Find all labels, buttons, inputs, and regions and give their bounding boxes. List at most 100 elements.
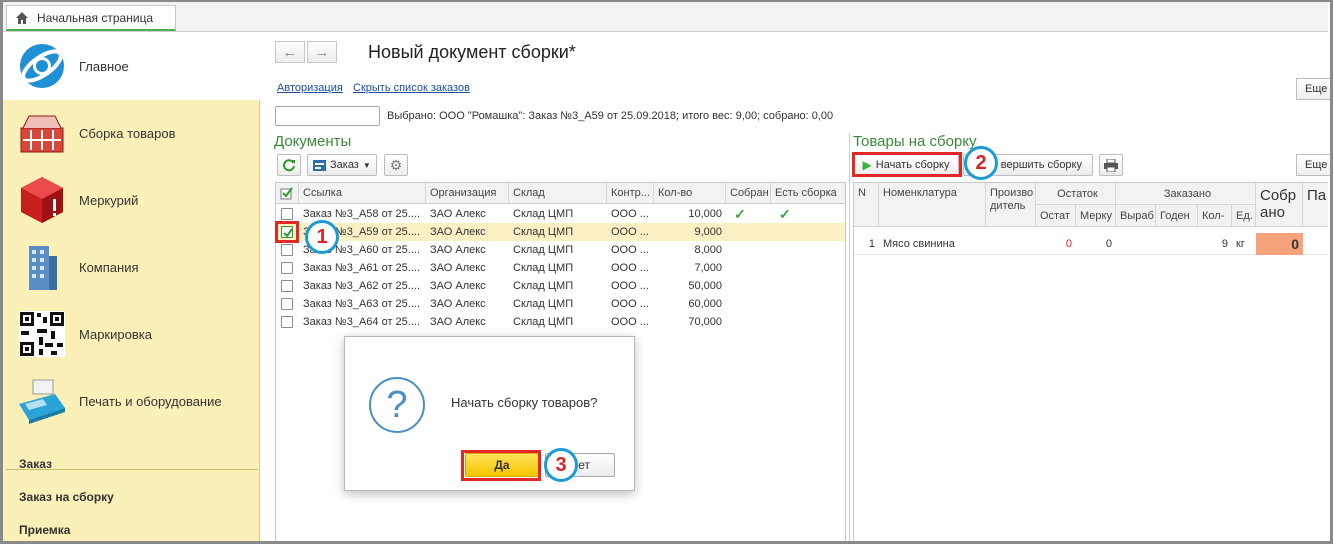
back-button[interactable]: ← bbox=[275, 41, 305, 63]
sidebar-item-main[interactable]: Главное bbox=[3, 33, 260, 100]
col-header-ordered-sub4[interactable]: Ед. bbox=[1232, 205, 1256, 227]
col-header-remain[interactable]: Остаток bbox=[1036, 183, 1116, 205]
cell-org: ЗАО Алекс bbox=[430, 298, 486, 310]
order-dropdown-label: Заказ bbox=[330, 159, 359, 171]
print-button[interactable] bbox=[1099, 154, 1123, 176]
col-header-collected[interactable]: Собрано bbox=[1256, 183, 1303, 227]
sidebar-item-mercury[interactable]: Меркурий bbox=[3, 167, 260, 234]
cell-wh: Склад ЦМП bbox=[513, 298, 574, 310]
step-marker-3: 3 bbox=[544, 448, 578, 482]
sidebar-link-order[interactable]: Заказ bbox=[19, 457, 52, 471]
check-all-icon bbox=[280, 187, 293, 200]
goods-row-collected[interactable]: 0 bbox=[1256, 233, 1303, 255]
table-row[interactable]: Заказ №3_А59 от 25.... ЗАО Алекс Склад ЦМП… bbox=[276, 223, 845, 241]
header-checkbox[interactable] bbox=[276, 183, 299, 204]
col-header-nomenclature[interactable]: Номенклатура bbox=[879, 183, 986, 227]
cell-qty: 9,000 bbox=[694, 226, 722, 238]
col-header-org[interactable]: Организация bbox=[426, 183, 509, 204]
col-header-ref[interactable]: Ссылка bbox=[299, 183, 426, 204]
col-header-ordered-sub2[interactable]: Годен bbox=[1156, 205, 1198, 227]
arrow-right-icon: → bbox=[314, 43, 330, 61]
goods-row[interactable]: 1 Мясо свинина 0 0 9 кг 0 bbox=[854, 233, 1328, 255]
document-type-icon bbox=[313, 159, 326, 171]
cell-qty: 50,000 bbox=[688, 280, 722, 292]
col-header-warehouse[interactable]: Склад bbox=[509, 183, 607, 204]
red-cube-icon bbox=[21, 177, 63, 223]
assembled-check-icon bbox=[726, 241, 771, 259]
settings-button[interactable]: ⚙ bbox=[384, 154, 408, 176]
col-header-n[interactable]: N bbox=[854, 183, 879, 227]
col-header-ordered-sub1[interactable]: Выраб bbox=[1116, 205, 1156, 227]
has-assembly-check-icon bbox=[771, 259, 845, 277]
col-header-remain-sub2[interactable]: Мерку bbox=[1076, 205, 1116, 227]
row-checkbox[interactable] bbox=[281, 244, 293, 256]
cell-contr: ООО ... bbox=[611, 226, 649, 238]
col-header-ordered[interactable]: Заказано bbox=[1116, 183, 1256, 205]
col-header-ordered-sub3[interactable]: Кол- bbox=[1198, 205, 1232, 227]
row-checkbox[interactable] bbox=[281, 208, 293, 220]
cell-org: ЗАО Алекс bbox=[430, 226, 486, 238]
hide-orders-link[interactable]: Скрыть список заказов bbox=[353, 82, 470, 94]
table-row[interactable]: Заказ №3_А63 от 25.... ЗАО Алекс Склад ЦМП… bbox=[276, 295, 845, 313]
tab-home[interactable]: Начальная страница bbox=[6, 5, 176, 31]
row-checkbox[interactable] bbox=[281, 280, 293, 292]
table-row[interactable]: Заказ №3_А61 от 25.... ЗАО Алекс Склад ЦМП… bbox=[276, 259, 845, 277]
start-assembly-label: Начать сборку bbox=[875, 159, 950, 171]
col-header-has-assembly[interactable]: Есть сборка bbox=[771, 183, 845, 204]
col-header-qty[interactable]: Кол-во bbox=[654, 183, 726, 204]
yes-button[interactable]: Да bbox=[465, 453, 539, 477]
finish-assembly-label: вершить сборку bbox=[1000, 159, 1082, 171]
documents-table-header: Ссылка Организация Склад Контр... Кол-во… bbox=[276, 183, 845, 204]
auth-link[interactable]: Авторизация bbox=[277, 82, 343, 94]
goods-row-qty: 9 bbox=[1221, 238, 1228, 250]
sidebar-link-order-assembly[interactable]: Заказ на сборку bbox=[19, 490, 114, 504]
table-row[interactable]: Заказ №3_А60 от 25.... ЗАО Алекс Склад ЦМП… bbox=[276, 241, 845, 259]
search-input[interactable] bbox=[275, 106, 380, 126]
cell-wh: Склад ЦМП bbox=[513, 244, 574, 256]
cell-org: ЗАО Алекс bbox=[430, 316, 486, 328]
cell-qty: 8,000 bbox=[694, 244, 722, 256]
assembled-check-icon bbox=[726, 259, 771, 277]
row-checkbox[interactable] bbox=[281, 316, 293, 328]
more-button-goods[interactable]: Еще bbox=[1296, 154, 1333, 176]
col-header-producer[interactable]: Производитель bbox=[986, 183, 1036, 227]
forward-button[interactable]: → bbox=[307, 41, 337, 63]
col-header-pa[interactable]: Па bbox=[1303, 183, 1328, 227]
cell-contr: ООО ... bbox=[611, 298, 649, 310]
table-row[interactable]: Заказ №3_А64 от 25.... ЗАО Алекс Склад ЦМП… bbox=[276, 313, 845, 331]
chevron-down-icon: ▼ bbox=[362, 160, 371, 170]
col-header-contractor[interactable]: Контр... bbox=[607, 183, 654, 204]
sidebar-link-receiving[interactable]: Приемка bbox=[19, 523, 70, 537]
sidebar-item-marking[interactable]: Маркировка bbox=[3, 301, 260, 368]
table-row[interactable]: Заказ №3_А58 от 25.... ЗАО Алекс Склад ЦМП… bbox=[276, 205, 845, 223]
panel-splitter[interactable] bbox=[849, 133, 850, 544]
row-checkbox[interactable] bbox=[281, 298, 293, 310]
col-header-assembled[interactable]: Собран bbox=[726, 183, 771, 204]
col-header-remain-sub1[interactable]: Остат bbox=[1036, 205, 1076, 227]
more-button-top[interactable]: Еще bbox=[1296, 78, 1333, 100]
confirm-dialog: ? Начать сборку товаров? Да ет bbox=[344, 336, 635, 491]
page-title: Новый документ сборки* bbox=[368, 42, 576, 62]
order-dropdown-button[interactable]: Заказ ▼ bbox=[307, 154, 377, 176]
cell-wh: Склад ЦМП bbox=[513, 226, 574, 238]
start-assembly-button[interactable]: ▶ Начать сборку bbox=[853, 154, 959, 176]
has-assembly-check-icon bbox=[771, 241, 845, 259]
cell-ref: Заказ №3_А64 от 25.... bbox=[303, 316, 421, 328]
sidebar-item-company[interactable]: Компания bbox=[3, 234, 260, 301]
selected-info: Выбрано: ООО "Ромашка": Заказ №3_А59 от … bbox=[387, 110, 834, 122]
globe-logo-icon bbox=[20, 44, 64, 88]
main-area: ← → Новый документ сборки* Авторизация С… bbox=[261, 33, 1333, 544]
table-row[interactable]: Заказ №3_А62 от 25.... ЗАО Алекс Склад ЦМП… bbox=[276, 277, 845, 295]
step-marker-1: 1 bbox=[305, 220, 339, 254]
sidebar-item-mercury-label: Меркурий bbox=[79, 193, 139, 208]
row-checkbox[interactable] bbox=[281, 226, 293, 238]
row-checkbox[interactable] bbox=[281, 262, 293, 274]
sidebar-item-assembly[interactable]: Сборка товаров bbox=[3, 100, 260, 167]
refresh-button[interactable] bbox=[277, 154, 301, 176]
cell-contr: ООО ... bbox=[611, 316, 649, 328]
sidebar-item-printing-label: Печать и оборудование bbox=[79, 394, 222, 409]
building-icon bbox=[29, 246, 57, 290]
has-assembly-check-icon bbox=[771, 223, 845, 241]
assembled-check-icon: ✓ bbox=[734, 206, 746, 222]
sidebar-item-printing[interactable]: Печать и оборудование bbox=[3, 368, 260, 435]
